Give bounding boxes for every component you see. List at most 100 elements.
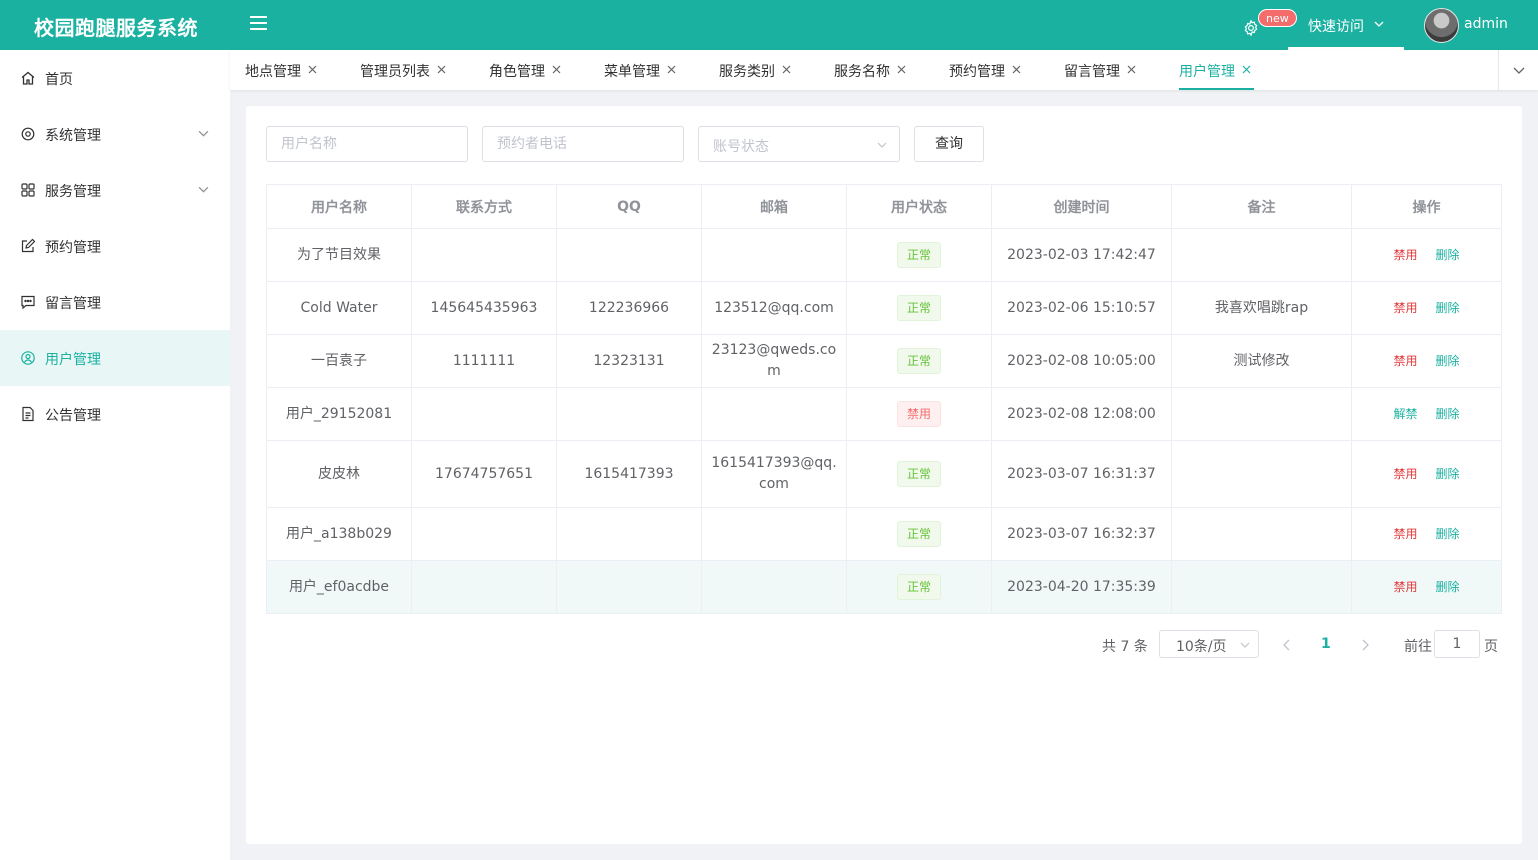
- cell-qq: 1615417393: [556, 440, 702, 508]
- pagination-total: 共 7 条: [1102, 639, 1148, 655]
- disable-link[interactable]: 禁用: [1393, 527, 1417, 541]
- goto-page-input[interactable]: 1: [1434, 630, 1480, 658]
- unban-link[interactable]: 解禁: [1393, 407, 1417, 421]
- content-card: 账号状态 查询 用户名称 联系方式 QQ 邮箱 用户状态 创建时间 备注 操作 …: [246, 106, 1522, 844]
- cell-phone: 145645435963: [411, 281, 557, 335]
- page-number-current[interactable]: 1: [1321, 636, 1331, 652]
- page-size-select[interactable]: 10条/页: [1159, 630, 1259, 658]
- close-icon[interactable]: [437, 65, 446, 74]
- disable-link[interactable]: 禁用: [1393, 580, 1417, 594]
- quick-access-dropdown[interactable]: 快速访问: [1288, 0, 1404, 50]
- cell-username: 用户_29152081: [266, 387, 412, 441]
- avatar[interactable]: [1424, 8, 1459, 43]
- cell-created: 2023-02-03 17:42:47: [991, 228, 1172, 282]
- username-input[interactable]: [266, 126, 468, 162]
- status-badge: 正常: [896, 242, 941, 268]
- cell-qq: [556, 387, 702, 441]
- cell-phone: [411, 560, 557, 614]
- cell-email: [701, 560, 847, 614]
- disable-link[interactable]: 禁用: [1393, 467, 1417, 481]
- phone-field[interactable]: [497, 127, 667, 161]
- close-icon[interactable]: [782, 65, 791, 74]
- tabs-more-button[interactable]: [1498, 50, 1538, 90]
- delete-link[interactable]: 删除: [1436, 301, 1460, 315]
- cell-note: [1171, 440, 1352, 508]
- chevron-down-icon: [198, 186, 209, 193]
- cell-email: 123512@qq.com: [701, 281, 847, 335]
- cell-note: [1171, 507, 1352, 561]
- sidebar-item-service[interactable]: 服务管理: [0, 162, 230, 218]
- column-header: 操作: [1351, 184, 1502, 229]
- cell-phone: [411, 228, 557, 282]
- chevron-down-icon: [1513, 67, 1525, 74]
- sidebar-item-home[interactable]: 首页: [0, 50, 230, 106]
- prev-page-icon[interactable]: [1282, 639, 1292, 651]
- cell-qq: [556, 560, 702, 614]
- delete-link[interactable]: 删除: [1436, 527, 1460, 541]
- sidebar-item-messages[interactable]: 留言管理: [0, 274, 230, 330]
- tab-label: 角色管理: [489, 64, 545, 80]
- close-icon[interactable]: [1242, 65, 1251, 74]
- edit-icon: [21, 238, 36, 253]
- cell-actions: 禁用 删除: [1351, 334, 1502, 388]
- cell-username: 用户_ef0acdbe: [266, 560, 412, 614]
- tab-label: 地点管理: [245, 64, 301, 80]
- column-header: 创建时间: [991, 184, 1172, 229]
- sidebar-item-system[interactable]: 系统管理: [0, 106, 230, 162]
- disable-link[interactable]: 禁用: [1393, 354, 1417, 368]
- user-table: 用户名称 联系方式 QQ 邮箱 用户状态 创建时间 备注 操作 为了节目效果 正…: [266, 184, 1502, 614]
- cell-status: 正常: [846, 334, 992, 388]
- close-icon[interactable]: [667, 65, 676, 74]
- table-row: 一百袁子 1111111 12323131 23123@qweds.com 正常…: [266, 334, 1502, 388]
- cell-note: 我喜欢唱跳rap: [1171, 281, 1352, 335]
- gear-icon: [21, 127, 35, 141]
- menu-toggle-icon[interactable]: [250, 16, 267, 30]
- next-page-icon[interactable]: [1360, 639, 1370, 651]
- disable-link[interactable]: 禁用: [1393, 248, 1417, 262]
- sidebar-item-announcements[interactable]: 公告管理: [0, 386, 230, 442]
- document-icon: [22, 406, 34, 422]
- delete-link[interactable]: 删除: [1436, 407, 1460, 421]
- cell-status: 正常: [846, 281, 992, 335]
- close-icon[interactable]: [308, 65, 317, 74]
- cell-note: [1171, 560, 1352, 614]
- column-header: 用户状态: [846, 184, 992, 229]
- delete-link[interactable]: 删除: [1436, 467, 1460, 481]
- sidebar-item-booking[interactable]: 预约管理: [0, 218, 230, 274]
- cell-created: 2023-02-08 12:08:00: [991, 387, 1172, 441]
- delete-link[interactable]: 删除: [1436, 580, 1460, 594]
- close-icon[interactable]: [1012, 65, 1021, 74]
- close-icon[interactable]: [1127, 65, 1136, 74]
- column-header: 联系方式: [411, 184, 557, 229]
- sidebar-item-users[interactable]: 用户管理: [0, 330, 230, 386]
- message-icon: [21, 295, 35, 310]
- disable-link[interactable]: 禁用: [1393, 301, 1417, 315]
- page-size-value: 10条/页: [1176, 639, 1227, 655]
- sidebar-item-label: 服务管理: [45, 184, 101, 200]
- close-icon[interactable]: [552, 65, 561, 74]
- phone-input[interactable]: [482, 126, 684, 162]
- status-select[interactable]: 账号状态: [698, 126, 900, 162]
- settings-gear-icon[interactable]: [1242, 19, 1260, 37]
- close-icon[interactable]: [897, 65, 906, 74]
- home-icon: [21, 71, 35, 85]
- tab-label: 留言管理: [1064, 64, 1120, 80]
- username[interactable]: admin: [1464, 16, 1508, 32]
- tab-label: 服务名称: [834, 64, 890, 80]
- cell-created: 2023-03-07 16:31:37: [991, 440, 1172, 508]
- sidebar-item-label: 首页: [45, 72, 73, 88]
- delete-link[interactable]: 删除: [1436, 248, 1460, 262]
- sidebar: 首页 系统管理 服务管理 预约管理 留言管理 用户管理 公告管理: [0, 50, 230, 860]
- cell-actions: 禁用 删除: [1351, 507, 1502, 561]
- username-field[interactable]: [281, 127, 451, 161]
- cell-qq: 122236966: [556, 281, 702, 335]
- chevron-down-icon: [1240, 642, 1250, 648]
- active-tab-underline: [1179, 88, 1254, 90]
- query-button[interactable]: 查询: [914, 126, 984, 162]
- table-row: 用户_29152081 禁用 2023-02-08 12:08:00 解禁 删除: [266, 387, 1502, 441]
- table-row: 皮皮林 17674757651 1615417393 1615417393@qq…: [266, 440, 1502, 508]
- column-header: 备注: [1171, 184, 1352, 229]
- delete-link[interactable]: 删除: [1436, 354, 1460, 368]
- table-header-row: 用户名称 联系方式 QQ 邮箱 用户状态 创建时间 备注 操作: [266, 184, 1502, 229]
- table-row: 用户_a138b029 正常 2023-03-07 16:32:37 禁用 删除: [266, 507, 1502, 561]
